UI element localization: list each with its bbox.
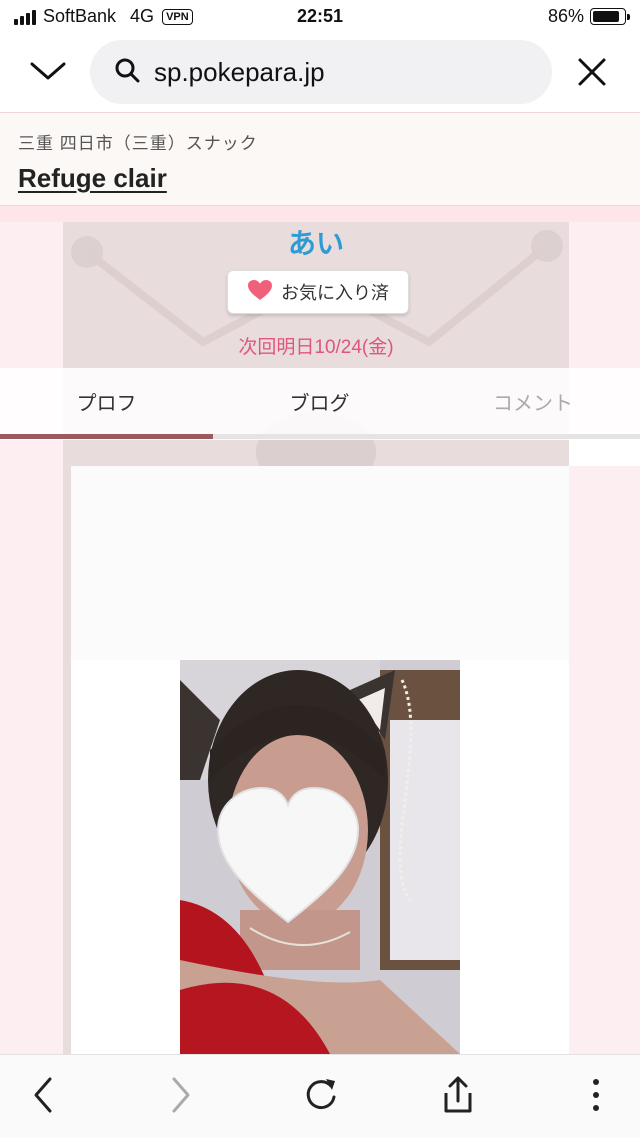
profile-tabs: プロフ ブログ コメント bbox=[0, 368, 640, 440]
site-header: 三重 四日市（三重）スナック Refuge clair bbox=[0, 112, 640, 206]
forward-icon[interactable] bbox=[158, 1073, 202, 1117]
url-text: sp.pokepara.jp bbox=[154, 56, 325, 87]
breadcrumb[interactable]: 三重 四日市（三重）スナック bbox=[18, 129, 258, 154]
cast-name: あい bbox=[287, 228, 344, 259]
tab-profile[interactable]: プロフ bbox=[0, 368, 213, 434]
reload-icon[interactable] bbox=[298, 1073, 342, 1117]
side-gap bbox=[569, 440, 640, 466]
photo-image bbox=[180, 660, 460, 1054]
close-icon[interactable] bbox=[574, 54, 610, 90]
profile-photo[interactable] bbox=[180, 660, 460, 1054]
favorite-label: お気に入り済 bbox=[281, 283, 389, 303]
back-icon[interactable] bbox=[22, 1073, 66, 1117]
browser-url-row: sp.pokepara.jp bbox=[0, 36, 640, 112]
tab-blog[interactable]: ブログ bbox=[213, 368, 426, 434]
battery-percent: 86% bbox=[547, 6, 584, 26]
clock: 22:51 bbox=[296, 6, 344, 26]
status-right: 86% bbox=[547, 6, 630, 27]
next-shift-text: 次回明日10/24(金) bbox=[238, 337, 394, 358]
share-icon[interactable] bbox=[436, 1073, 480, 1117]
pink-strip bbox=[0, 206, 640, 222]
more-icon[interactable] bbox=[574, 1073, 618, 1117]
tab-comment[interactable]: コメント bbox=[426, 368, 640, 434]
status-bar: SoftBank 4G VPN 22:51 86% bbox=[0, 0, 640, 36]
search-icon bbox=[114, 57, 140, 88]
battery-icon bbox=[590, 8, 630, 25]
heart-icon bbox=[247, 279, 273, 306]
battery-fill bbox=[593, 11, 619, 22]
content-panel bbox=[71, 466, 569, 660]
url-field[interactable]: sp.pokepara.jp bbox=[90, 40, 552, 104]
shop-name-link[interactable]: Refuge clair bbox=[18, 163, 167, 194]
browser-toolbar bbox=[0, 1054, 640, 1138]
favorite-button[interactable]: お気に入り済 bbox=[227, 270, 409, 314]
tab-active-indicator bbox=[0, 434, 213, 439]
chevron-down-icon[interactable] bbox=[28, 54, 68, 90]
